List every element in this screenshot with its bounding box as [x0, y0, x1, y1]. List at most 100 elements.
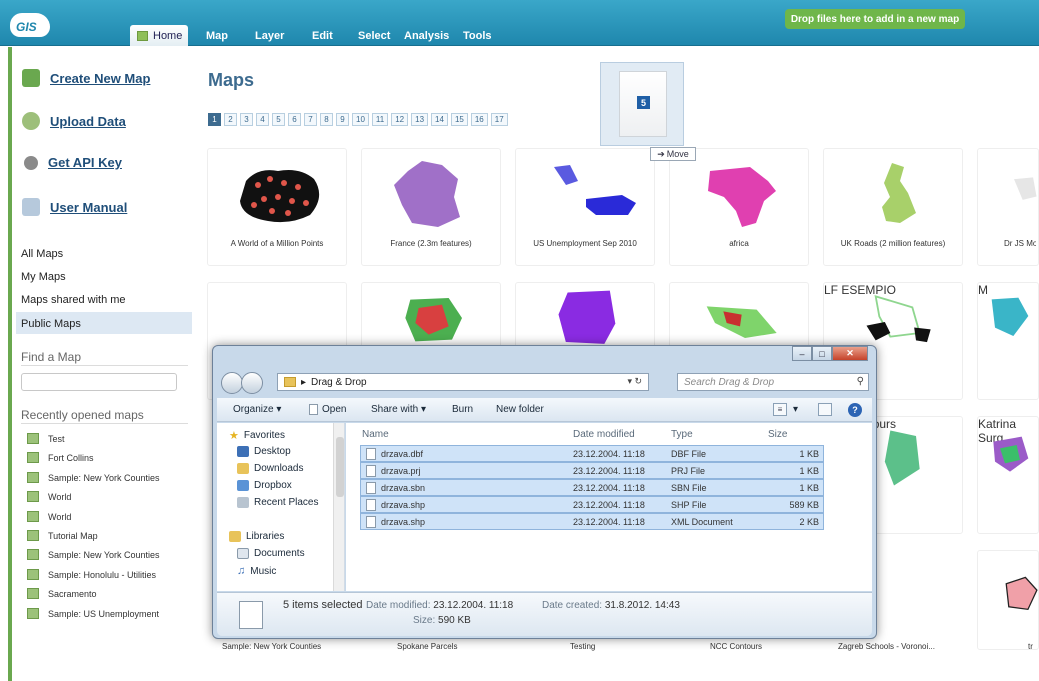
page-link[interactable]: 7: [304, 113, 317, 126]
recent-map-item[interactable]: Sample: New York Counties: [27, 472, 160, 483]
file-row[interactable]: drzava.prj 23.12.2004. 11:18 PRJ File 1 KB: [360, 462, 824, 479]
nav-dropbox[interactable]: Dropbox: [237, 480, 292, 491]
gis-logo[interactable]: GIS: [10, 13, 50, 39]
libraries-node[interactable]: Libraries: [229, 531, 284, 542]
page-title: Maps: [208, 70, 255, 90]
page-link[interactable]: 11: [371, 113, 389, 126]
get-api-key-link[interactable]: Get API Key: [22, 155, 122, 170]
upload-data-link[interactable]: Upload Data: [22, 112, 126, 130]
column-size[interactable]: Size: [768, 429, 787, 440]
navigation-pane: ★ Favorites Desktop Downloads Dropbox Rec…: [217, 423, 345, 591]
map-icon: [27, 549, 39, 560]
nav-documents[interactable]: Documents: [237, 548, 305, 559]
maximize-button[interactable]: □: [812, 346, 832, 361]
file-row[interactable]: drzava.shp 23.12.2004. 11:18 XML Document 2…: [360, 513, 824, 530]
nav-shared-maps[interactable]: Maps shared with me: [21, 294, 126, 306]
page-link[interactable]: 9: [336, 113, 349, 126]
nav-all-maps[interactable]: All Maps: [21, 248, 63, 260]
map-card[interactable]: africa: [669, 148, 809, 266]
organize-button[interactable]: Organize ▾: [233, 404, 281, 415]
menu-analysis[interactable]: Analysis: [404, 30, 449, 42]
menu-select[interactable]: Select: [358, 30, 390, 42]
recent-map-item[interactable]: Sample: US Unemployment: [27, 608, 159, 619]
file-row[interactable]: drzava.sbn 23.12.2004. 11:18 SBN File 1 KB: [360, 479, 824, 496]
nav-my-maps[interactable]: My Maps: [21, 271, 66, 283]
page-link[interactable]: 15: [450, 113, 468, 126]
nav-recent-places[interactable]: Recent Places: [237, 497, 318, 508]
search-icon: ⚲: [856, 376, 864, 387]
find-map-input[interactable]: [21, 373, 177, 391]
nav-scrollbar[interactable]: [333, 423, 344, 591]
map-card[interactable]: [977, 550, 1039, 650]
page-link[interactable]: 3: [240, 113, 253, 126]
recent-map-item[interactable]: Fort Collins: [27, 452, 94, 463]
recent-map-item[interactable]: World: [27, 511, 71, 522]
page-link[interactable]: 8: [320, 113, 333, 126]
nav-music[interactable]: ♫ Music: [237, 565, 276, 577]
scrollbar-thumb[interactable]: [336, 437, 344, 497]
view-dropdown[interactable]: ▾: [793, 404, 798, 415]
page-link[interactable]: 5: [272, 113, 285, 126]
column-date-modified[interactable]: Date modified: [573, 429, 635, 440]
recent-map-item[interactable]: Tutorial Map: [27, 530, 98, 541]
create-new-map-link[interactable]: Create New Map: [22, 69, 150, 87]
favorites-node[interactable]: ★ Favorites: [229, 429, 285, 442]
column-type[interactable]: Type: [671, 429, 693, 440]
map-card[interactable]: M: [977, 282, 1039, 400]
menu-map[interactable]: Map: [206, 30, 228, 42]
close-button[interactable]: ✕: [832, 346, 868, 361]
recent-map-item[interactable]: Sample: New York Counties: [27, 549, 160, 560]
page-link[interactable]: 10: [352, 113, 369, 126]
map-card[interactable]: US Unemployment Sep 2010: [515, 148, 655, 266]
back-button[interactable]: [221, 372, 243, 394]
explorer-window[interactable]: – □ ✕ ▸ Drag & Drop ▾ ↻ Search Drag & Dr…: [212, 345, 877, 639]
map-card[interactable]: UK Roads (2 million features): [823, 148, 963, 266]
recent-map-item[interactable]: Test: [27, 433, 65, 444]
help-icon[interactable]: ?: [848, 403, 862, 417]
downloads-icon: [237, 463, 249, 474]
page-link[interactable]: 4: [256, 113, 269, 126]
page-link[interactable]: 14: [431, 113, 448, 126]
map-card[interactable]: Dr JS Mo: [977, 148, 1039, 266]
nav-desktop[interactable]: Desktop: [237, 446, 291, 457]
search-input[interactable]: Search Drag & Drop ⚲: [677, 373, 869, 391]
map-card-title: africa: [729, 239, 749, 248]
view-options-icon[interactable]: ≡: [773, 403, 787, 416]
column-name[interactable]: Name: [362, 429, 389, 440]
page-link[interactable]: 16: [470, 113, 488, 126]
user-manual-link[interactable]: User Manual: [22, 198, 127, 216]
drop-files-banner[interactable]: Drop files here to add in a new map: [785, 9, 965, 29]
menu-layer[interactable]: Layer: [255, 30, 284, 42]
address-dropdown-refresh[interactable]: ▾ ↻: [627, 376, 642, 387]
map-card-title: tr: [1028, 642, 1033, 651]
tab-home[interactable]: Home: [130, 25, 188, 46]
file-row[interactable]: drzava.shp 23.12.2004. 11:18 SHP File 589 K…: [360, 496, 824, 513]
minimize-button[interactable]: –: [792, 346, 812, 361]
menu-tools[interactable]: Tools: [463, 30, 492, 42]
nav-downloads[interactable]: Downloads: [237, 463, 303, 474]
address-bar[interactable]: ▸ Drag & Drop ▾ ↻: [277, 373, 649, 391]
forward-button[interactable]: [241, 372, 263, 394]
recent-map-item[interactable]: World: [27, 491, 71, 502]
menu-edit[interactable]: Edit: [312, 30, 333, 42]
burn-button[interactable]: Burn: [452, 404, 473, 415]
file-name: drzava.shp: [381, 500, 426, 510]
share-with-button[interactable]: Share with ▾: [371, 404, 426, 415]
page-link[interactable]: 2: [224, 113, 237, 126]
nav-public-maps[interactable]: Public Maps: [21, 318, 81, 330]
page-link[interactable]: 13: [411, 113, 429, 126]
recent-map-item[interactable]: Sample: Honolulu - Utilities: [27, 569, 156, 580]
map-card[interactable]: France (2.3m features): [361, 148, 501, 266]
page-link[interactable]: 1: [208, 113, 221, 126]
map-card[interactable]: A World of a Million Points: [207, 148, 347, 266]
file-row[interactable]: drzava.dbf 23.12.2004. 11:18 DBF File 1 KB: [360, 445, 824, 462]
page-link[interactable]: 12: [391, 113, 409, 126]
open-button[interactable]: Open: [309, 404, 346, 415]
page-link[interactable]: 6: [288, 113, 301, 126]
map-card[interactable]: Katrina Surg: [977, 416, 1039, 534]
page-link[interactable]: 17: [490, 113, 508, 126]
recent-map-item[interactable]: Sacramento: [27, 588, 97, 599]
map-card-title: NCC Contours: [710, 642, 763, 651]
preview-pane-icon[interactable]: [818, 403, 832, 416]
new-folder-button[interactable]: New folder: [496, 404, 544, 415]
